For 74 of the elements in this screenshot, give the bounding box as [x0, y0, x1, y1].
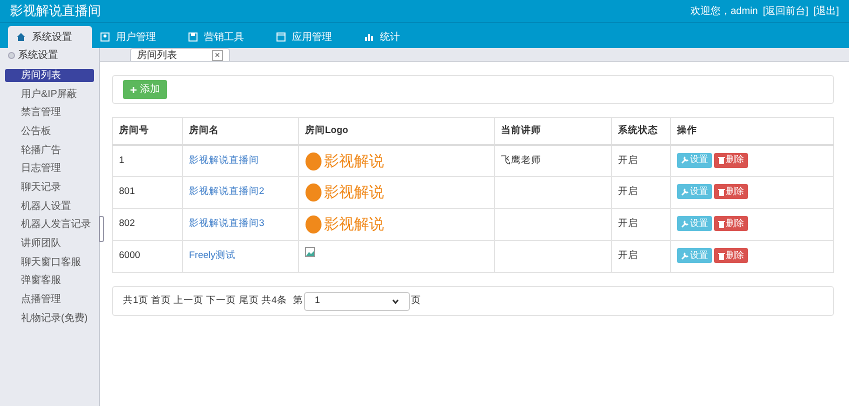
delete-button[interactable]: 删除: [714, 248, 748, 263]
column-header: 操作: [670, 118, 834, 144]
delete-button[interactable]: 删除: [714, 184, 748, 199]
logo-text: 影视解说: [324, 154, 384, 168]
dot-icon: [305, 215, 322, 234]
sidebar-heading[interactable]: 系统设置: [0, 48, 99, 62]
collapse-icon: [8, 52, 15, 58]
sidebar-item[interactable]: 轮播广告: [5, 144, 94, 157]
wrench-icon: [681, 188, 689, 196]
sidebar-item[interactable]: 点播管理: [5, 293, 94, 306]
trash-icon: [718, 220, 725, 228]
column-header: 房间名: [182, 118, 298, 144]
sidebar-item[interactable]: 禁言管理: [5, 106, 94, 120]
wrench-icon: [681, 156, 689, 164]
dot-icon: [305, 183, 322, 202]
chevron-down-icon: [392, 298, 399, 304]
table-cell: 开启: [618, 186, 638, 197]
logo-text: 影视解说: [324, 217, 384, 232]
table-cell: 开启: [618, 218, 638, 229]
user-card-icon: [100, 32, 110, 42]
trash-icon: [718, 188, 725, 196]
window-icon: [276, 32, 286, 42]
sidebar-item[interactable]: 弹窗客服: [5, 274, 94, 288]
home-icon: [16, 32, 26, 42]
app-title: 影视解说直播间: [10, 2, 101, 20]
sidebar-item[interactable]: 日志管理: [5, 162, 94, 176]
wrench-icon: [681, 252, 689, 260]
table-cell: 801: [119, 186, 135, 197]
wrench-icon: [681, 220, 689, 228]
dot-icon: [305, 152, 322, 170]
page-tab[interactable]: 房间列表 ×: [130, 48, 230, 61]
sidebar-item[interactable]: 讲师团队: [5, 237, 94, 250]
nav-tab[interactable]: 应用管理: [268, 26, 356, 48]
room-link[interactable]: Freely测试: [189, 250, 236, 261]
nav-tab[interactable]: 系统设置: [8, 26, 92, 48]
welcome-text: 欢迎您，admin: [690, 4, 758, 18]
pager-label: 页: [410, 294, 421, 308]
sidebar-item[interactable]: 聊天记录: [5, 180, 94, 194]
chart-icon: [364, 32, 374, 42]
sidebar-item[interactable]: 聊天窗口客服: [5, 256, 94, 269]
column-header: 房间Logo: [298, 118, 494, 144]
sidebar-item[interactable]: 房间列表: [5, 68, 94, 82]
sidebar-item[interactable]: 礼物记录(免费): [5, 312, 94, 325]
broken-image-icon: [305, 247, 315, 257]
delete-button[interactable]: 删除: [714, 216, 748, 231]
table-cell: 开启: [618, 154, 638, 166]
logo-text: 影视解说: [324, 185, 384, 200]
close-button[interactable]: ×: [212, 50, 223, 60]
pager-label: 第: [292, 294, 303, 308]
table-cell: 1: [119, 154, 124, 166]
collapse-handle[interactable]: [99, 216, 104, 242]
header-link[interactable]: [返回前台]: [762, 4, 808, 18]
header-link[interactable]: [退出]: [813, 4, 839, 18]
table-cell: 飞鹰老师: [501, 154, 541, 166]
page-select[interactable]: 1: [304, 292, 410, 310]
pager-text: 共1页 首页 上一页 下一页 尾页 共4条: [123, 294, 287, 308]
table-cell: 802: [119, 218, 135, 229]
nav-tab[interactable]: 用户管理: [92, 26, 180, 48]
nav-tab[interactable]: 统计: [356, 26, 444, 48]
trash-icon: [718, 252, 725, 260]
sidebar-item[interactable]: 机器人发言记录: [5, 218, 94, 232]
column-header: 系统状态: [612, 118, 670, 144]
column-header: 房间号: [112, 118, 182, 144]
nav-tab[interactable]: 营销工具: [180, 26, 268, 48]
table-cell: 开启: [618, 250, 638, 261]
trash-icon: [718, 156, 725, 164]
column-header: 当前讲师: [494, 118, 612, 144]
table-cell: 6000: [119, 250, 140, 261]
page-tab-label: 房间列表: [137, 48, 177, 62]
sidebar-item[interactable]: 公告板: [5, 124, 94, 138]
sidebar-item[interactable]: 机器人设置: [5, 200, 94, 213]
sidebar-item[interactable]: 用户&IP屏蔽: [5, 88, 94, 101]
delete-button[interactable]: 删除: [714, 152, 748, 168]
plus-icon: +: [130, 84, 138, 96]
